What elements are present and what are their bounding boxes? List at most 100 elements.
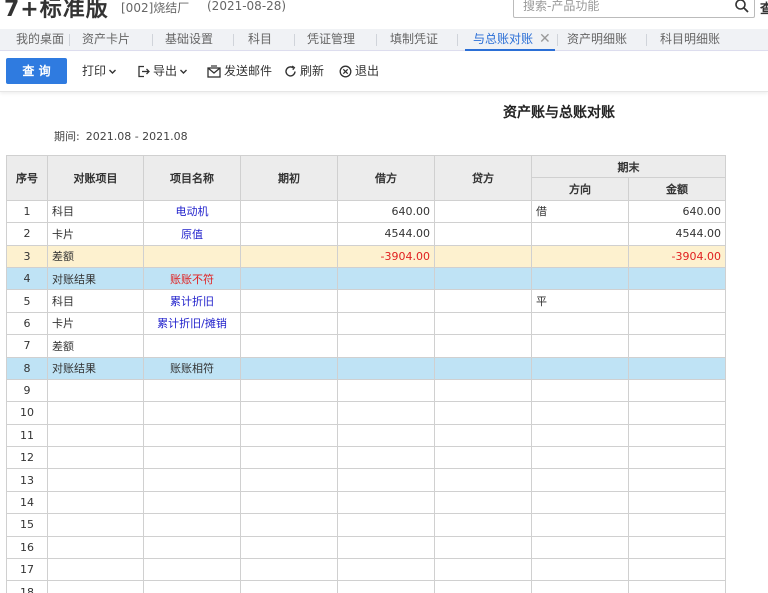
cell-direction[interactable]: [531, 468, 629, 492]
cell-opening[interactable]: [240, 356, 338, 380]
cell-seq[interactable]: 2: [6, 222, 48, 246]
cell-item[interactable]: 对账结果: [47, 266, 144, 291]
cell-credit[interactable]: [434, 423, 532, 448]
cell-opening[interactable]: [240, 423, 338, 448]
cell-debit[interactable]: 4544.00: [337, 222, 435, 246]
cell-item[interactable]: [47, 446, 144, 470]
cell-seq[interactable]: 7: [6, 334, 48, 358]
cell-credit[interactable]: [434, 244, 532, 268]
table-row[interactable]: 9: [6, 378, 726, 403]
cell-name[interactable]: [143, 490, 241, 515]
cell-opening[interactable]: [240, 490, 338, 515]
cell-seq[interactable]: 9: [6, 378, 48, 403]
table-row[interactable]: 3 差额 -3904.00 -3904.00: [6, 244, 726, 268]
cell-amount[interactable]: [628, 378, 726, 403]
cell-seq[interactable]: 15: [6, 513, 48, 537]
refresh-button[interactable]: 刷新: [284, 63, 324, 79]
table-row[interactable]: 10: [6, 401, 726, 425]
header-seq[interactable]: 序号: [6, 155, 48, 201]
cell-credit[interactable]: [434, 356, 532, 380]
cell-opening[interactable]: [240, 199, 338, 224]
tab-my-desktop[interactable]: 我的桌面: [16, 29, 64, 51]
cell-debit[interactable]: [337, 580, 435, 593]
header-opening[interactable]: 期初: [240, 155, 338, 201]
cell-direction[interactable]: [531, 244, 629, 268]
cell-item[interactable]: [47, 580, 144, 593]
table-row[interactable]: 5 科目 累计折旧 平: [6, 289, 726, 313]
tab-subject-detail-ledger[interactable]: 科目明细账: [660, 29, 720, 51]
cell-item[interactable]: [47, 535, 144, 560]
cell-seq[interactable]: 14: [6, 490, 48, 515]
cell-name[interactable]: 账账相符: [143, 356, 241, 380]
cell-item[interactable]: 科目: [47, 199, 144, 224]
cell-amount[interactable]: [628, 401, 726, 425]
cell-item[interactable]: 差额: [47, 334, 144, 358]
cell-direction[interactable]: [531, 356, 629, 380]
cell-direction[interactable]: [531, 446, 629, 470]
cell-seq[interactable]: 18: [6, 580, 48, 593]
cell-credit[interactable]: [434, 311, 532, 336]
cell-seq[interactable]: 10: [6, 401, 48, 425]
cell-item[interactable]: 卡片: [47, 311, 144, 336]
table-row[interactable]: 15: [6, 513, 726, 537]
cell-item[interactable]: [47, 401, 144, 425]
cell-seq[interactable]: 11: [6, 423, 48, 448]
table-row[interactable]: 11: [6, 423, 726, 448]
cell-seq[interactable]: 5: [6, 289, 48, 313]
cell-direction[interactable]: [531, 490, 629, 515]
tab-voucher-management[interactable]: 凭证管理: [307, 29, 355, 51]
cell-direction[interactable]: [531, 513, 629, 537]
cell-opening[interactable]: [240, 378, 338, 403]
tab-basic-settings[interactable]: 基础设置: [165, 29, 213, 51]
cell-seq[interactable]: 1: [6, 199, 48, 224]
tab-asset-detail-ledger[interactable]: 资产明细账: [567, 29, 627, 51]
cell-amount[interactable]: [628, 334, 726, 358]
cell-debit[interactable]: [337, 401, 435, 425]
cell-opening[interactable]: [240, 401, 338, 425]
tab-asset-card[interactable]: 资产卡片: [82, 29, 130, 51]
export-button[interactable]: 导出: [137, 63, 188, 79]
cell-seq[interactable]: 4: [6, 266, 48, 291]
header-item[interactable]: 对账项目: [47, 155, 144, 201]
cell-amount[interactable]: [628, 311, 726, 336]
cell-name[interactable]: 原值: [143, 222, 241, 246]
cell-debit[interactable]: [337, 558, 435, 582]
cell-opening[interactable]: [240, 266, 338, 291]
cell-amount[interactable]: 4544.00: [628, 222, 726, 246]
search-box[interactable]: [513, 0, 755, 18]
table-row[interactable]: 13: [6, 468, 726, 492]
cell-credit[interactable]: [434, 535, 532, 560]
cell-direction[interactable]: 借: [531, 199, 629, 224]
header-direction[interactable]: 方向: [531, 177, 629, 201]
cell-debit[interactable]: [337, 490, 435, 515]
cell-name[interactable]: 账账不符: [143, 266, 241, 291]
cell-credit[interactable]: [434, 199, 532, 224]
cell-amount[interactable]: -3904.00: [628, 244, 726, 268]
cell-opening[interactable]: [240, 446, 338, 470]
cell-credit[interactable]: [434, 446, 532, 470]
cell-amount[interactable]: [628, 513, 726, 537]
cell-seq[interactable]: 13: [6, 468, 48, 492]
cell-debit[interactable]: [337, 446, 435, 470]
cell-amount[interactable]: [628, 580, 726, 593]
cell-item[interactable]: [47, 468, 144, 492]
table-row[interactable]: 14: [6, 490, 726, 515]
cell-seq[interactable]: 17: [6, 558, 48, 582]
cell-direction[interactable]: [531, 401, 629, 425]
cell-credit[interactable]: [434, 378, 532, 403]
query-button[interactable]: 查 询: [6, 58, 67, 84]
cell-direction[interactable]: [531, 334, 629, 358]
cell-name[interactable]: [143, 513, 241, 537]
cell-credit[interactable]: [434, 401, 532, 425]
table-row[interactable]: 8 对账结果 账账相符: [6, 356, 726, 380]
cell-name[interactable]: [143, 423, 241, 448]
cell-opening[interactable]: [240, 535, 338, 560]
cell-opening[interactable]: [240, 244, 338, 268]
cell-name[interactable]: 电动机: [143, 199, 241, 224]
table-row[interactable]: 6 卡片 累计折旧/摊销: [6, 311, 726, 336]
cell-name[interactable]: [143, 378, 241, 403]
cell-direction[interactable]: [531, 378, 629, 403]
cell-amount[interactable]: [628, 468, 726, 492]
cell-direction[interactable]: [531, 311, 629, 336]
cell-amount[interactable]: [628, 490, 726, 515]
